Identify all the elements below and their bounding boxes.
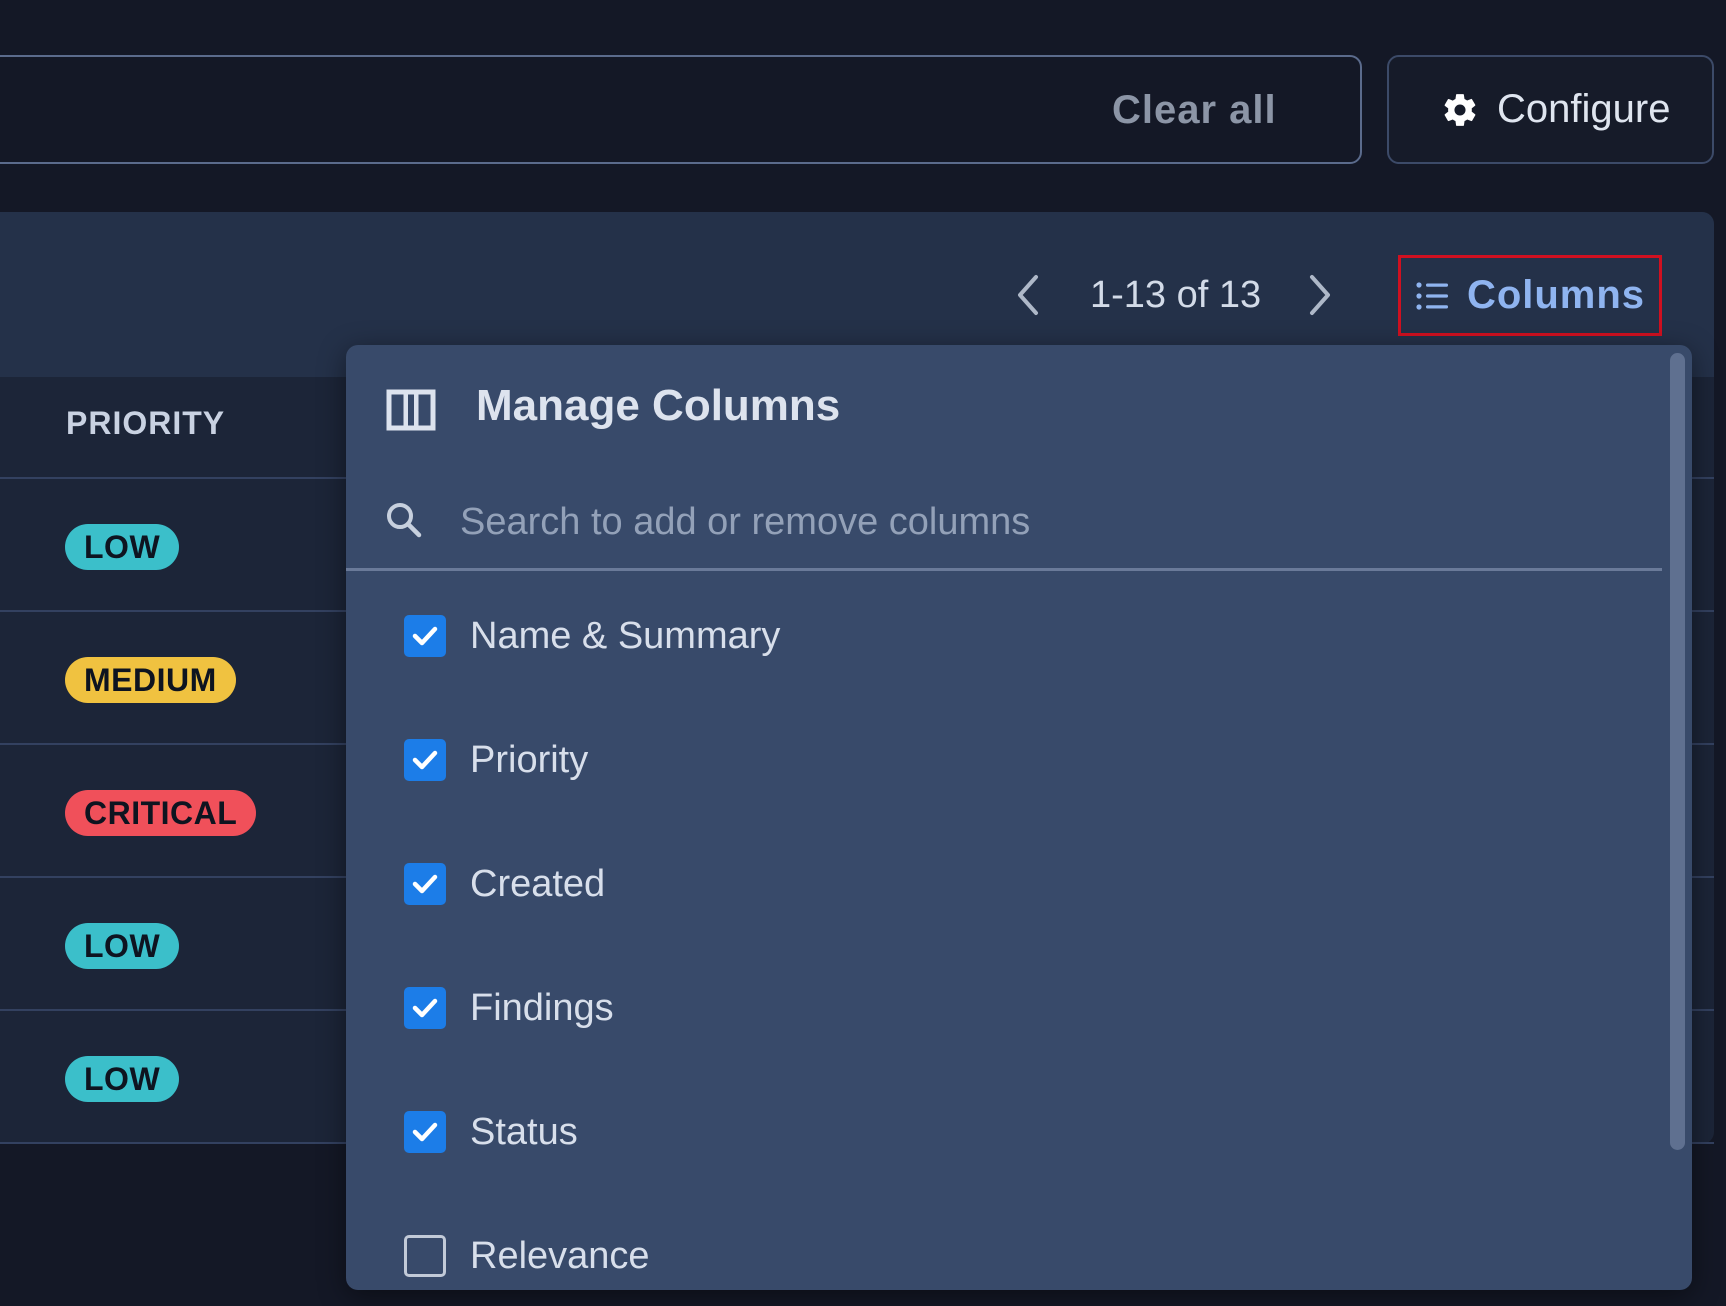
priority-badge: CRITICAL <box>65 790 257 836</box>
checkbox[interactable] <box>404 1235 446 1277</box>
checkbox[interactable] <box>404 739 446 781</box>
dropdown-scrollbar[interactable] <box>1670 353 1685 1150</box>
list-icon <box>1416 281 1448 310</box>
check-icon <box>412 626 438 646</box>
checkbox[interactable] <box>404 863 446 905</box>
table-columns-icon <box>386 389 436 431</box>
columns-label: Columns <box>1466 273 1646 317</box>
priority-badge: LOW <box>65 524 180 570</box>
check-icon <box>412 874 438 894</box>
gear-icon <box>1444 93 1476 126</box>
checkbox[interactable] <box>404 1111 446 1153</box>
column-option-relevance[interactable]: Relevance <box>404 1226 650 1286</box>
check-icon <box>412 998 438 1018</box>
column-option-priority[interactable]: Priority <box>404 730 588 790</box>
configure-label: Configure <box>1497 87 1671 131</box>
priority-badge: MEDIUM <box>65 657 236 703</box>
checkbox[interactable] <box>404 615 446 657</box>
columns-button[interactable]: Columns <box>1398 255 1662 336</box>
column-header-priority[interactable]: PRIORITY <box>66 405 225 442</box>
column-option-created[interactable]: Created <box>404 854 605 914</box>
search-icon <box>387 503 422 538</box>
column-option-label: Findings <box>470 986 614 1029</box>
search-divider <box>346 568 1662 571</box>
check-icon <box>412 750 438 770</box>
column-option-findings[interactable]: Findings <box>404 978 614 1038</box>
checkbox[interactable] <box>404 987 446 1029</box>
column-option-label: Relevance <box>470 1234 650 1277</box>
priority-badge: LOW <box>65 923 180 969</box>
column-option-label: Priority <box>470 738 589 781</box>
column-option-label: Created <box>470 862 606 905</box>
check-icon <box>412 1122 438 1142</box>
chevron-left-icon <box>1018 275 1038 315</box>
previous-page-button[interactable] <box>1004 268 1054 322</box>
column-option-status[interactable]: Status <box>404 1102 578 1162</box>
clear-all-button[interactable]: Clear all <box>1112 80 1277 140</box>
pagination-range: 1-13 of 13 <box>1090 274 1262 316</box>
column-option-name-summary[interactable]: Name & Summary <box>404 606 780 666</box>
column-option-label: Name & Summary <box>470 614 781 657</box>
column-option-label: Status <box>470 1110 578 1153</box>
manage-columns-title: Manage Columns <box>476 381 841 430</box>
next-page-button[interactable] <box>1294 268 1344 322</box>
configure-button[interactable]: Configure <box>1387 55 1714 164</box>
column-search-input[interactable] <box>458 494 1638 550</box>
priority-badge: LOW <box>65 1056 180 1102</box>
chevron-right-icon <box>1310 275 1330 315</box>
